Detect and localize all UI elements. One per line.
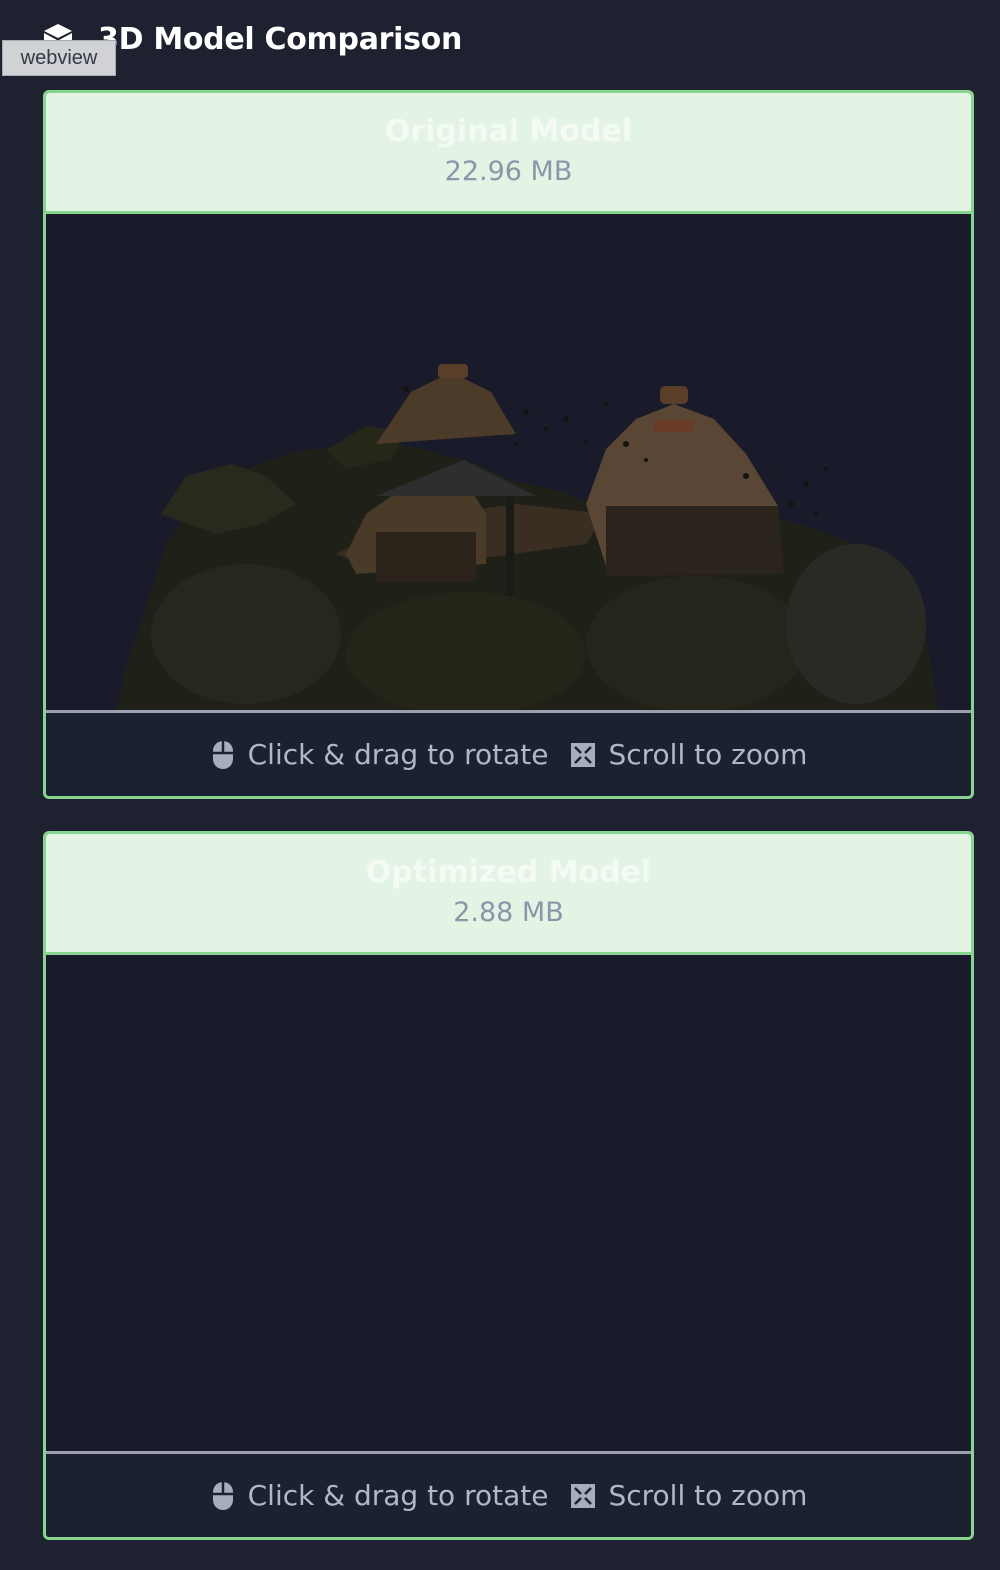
zoom-hint-text: Scroll to zoom	[608, 738, 808, 771]
file-size: 22.96 MB	[444, 156, 573, 187]
card-title: Original Model	[384, 114, 633, 149]
zoom-hint: Scroll to zoom	[570, 1479, 807, 1512]
rotate-hint: Click & drag to rotate	[210, 1479, 549, 1512]
original-model-card: Original Model 22.96 MB Click & drag to …	[43, 90, 974, 799]
viewer-hints: Click & drag to rotate Scroll to zoom	[46, 713, 971, 796]
file-size: 2.88 MB	[453, 897, 564, 928]
model-viewport[interactable]	[46, 955, 971, 1454]
expand-arrows-icon	[570, 1481, 596, 1511]
mouse-icon	[210, 1481, 236, 1511]
model-viewport[interactable]	[46, 214, 971, 713]
page-title: 3D Model Comparison	[98, 21, 463, 57]
optimized-model-card: Optimized Model 2.88 MB Click & drag to …	[43, 831, 974, 1540]
card-header: Optimized Model 2.88 MB	[46, 834, 971, 955]
rotate-hint-text: Click & drag to rotate	[247, 738, 549, 771]
expand-arrows-icon	[570, 740, 596, 770]
webview-label: webview	[2, 40, 116, 76]
viewer-hints: Click & drag to rotate Scroll to zoom	[46, 1454, 971, 1537]
rotate-hint-text: Click & drag to rotate	[247, 1479, 549, 1512]
rotate-hint: Click & drag to rotate	[210, 738, 549, 771]
zoom-hint-text: Scroll to zoom	[608, 1479, 808, 1512]
zoom-hint: Scroll to zoom	[570, 738, 807, 771]
mouse-icon	[210, 740, 236, 770]
village-model-render	[116, 364, 938, 710]
card-title: Optimized Model	[365, 855, 652, 890]
card-header: Original Model 22.96 MB	[46, 93, 971, 214]
